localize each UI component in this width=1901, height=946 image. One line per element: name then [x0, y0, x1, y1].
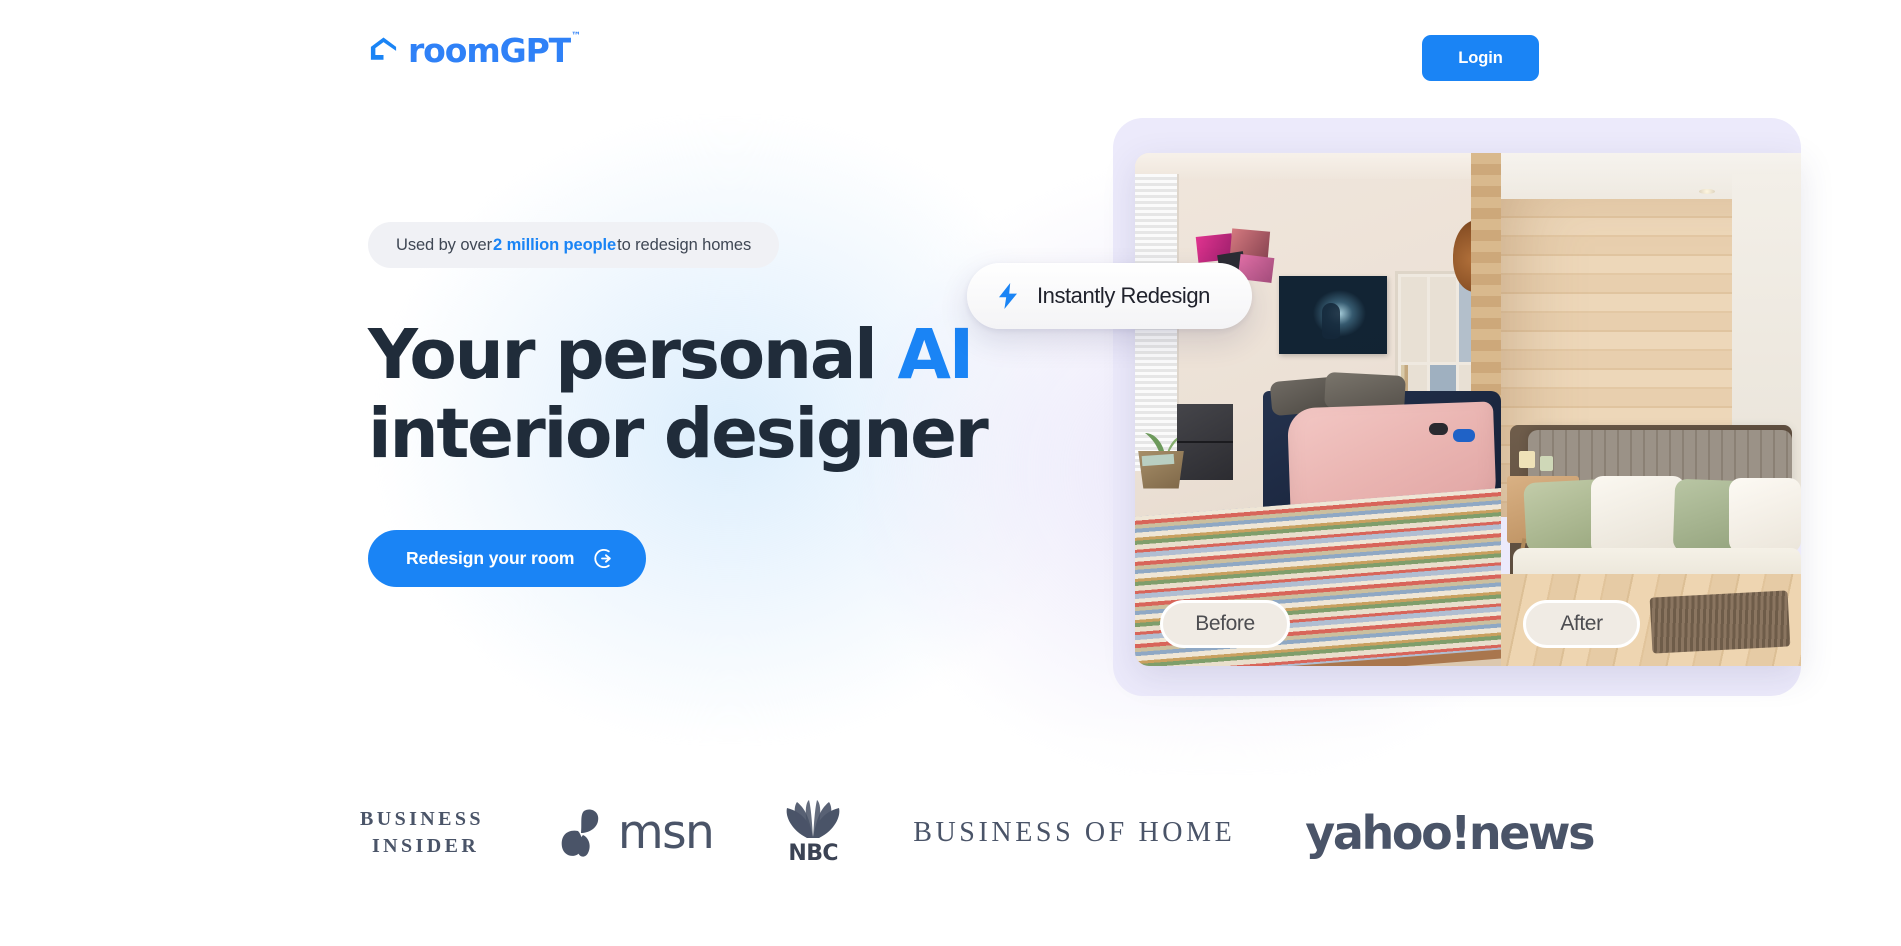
press-logo-nbc: NBC [783, 800, 843, 865]
badge-suffix: to redesign homes [617, 235, 752, 254]
msn-butterfly-icon [561, 808, 599, 857]
instantly-redesign-label: Instantly Redesign [1037, 283, 1210, 308]
after-lamp [1519, 450, 1535, 468]
login-button[interactable]: Login [1422, 35, 1539, 81]
trademark-symbol: ™ [571, 31, 582, 42]
cta-label: Redesign your room [406, 548, 575, 569]
yahoo-news-wordmark: yahoo!news [1305, 805, 1595, 860]
business-of-home-wordmark: BUSINESS OF HOME [913, 816, 1236, 848]
before-after-comparison [1135, 153, 1801, 666]
headline-line-1-plain: Your personal [368, 315, 898, 395]
before-tag: Before [1160, 600, 1290, 648]
badge-prefix: Used by over [396, 235, 493, 254]
nbc-wordmark: NBC [788, 841, 838, 866]
msn-wordmark: msn [617, 805, 715, 860]
after-decor-object [1540, 455, 1553, 471]
press-logo-yahoo-news: yahoo!news [1305, 805, 1595, 860]
before-wire-basket [1138, 450, 1184, 489]
lightning-bolt-icon [999, 283, 1017, 309]
badge-highlight: 2 million people [493, 235, 617, 254]
after-rug [1649, 590, 1791, 655]
page-title: Your personal AI interior designer [368, 316, 1068, 473]
logo-wordmark: roomGPT ™ [408, 31, 581, 70]
press-logo-msn: msn [554, 805, 715, 861]
press-logo-business-insider: BUSINESS INSIDER [360, 806, 484, 859]
arrow-right-circle-icon [594, 549, 612, 569]
hero-text-column: Used by over 2 million people to redesig… [368, 222, 1068, 588]
roomgpt-logo[interactable]: roomGPT ™ [368, 31, 581, 70]
before-room-photo [1135, 153, 1501, 666]
after-tag: After [1523, 600, 1640, 648]
before-ceiling [1135, 153, 1501, 179]
site-header: roomGPT ™ Login [0, 0, 1901, 110]
house-logo-icon [370, 37, 397, 60]
before-storage-boxes [1177, 404, 1233, 481]
before-large-poster [1279, 276, 1387, 355]
after-room-photo [1501, 153, 1801, 666]
business-insider-line-1: BUSINESS [360, 807, 484, 830]
instantly-redesign-pill: Instantly Redesign [967, 263, 1252, 329]
press-logo-business-of-home: BUSINESS OF HOME [913, 816, 1236, 848]
social-proof-badge: Used by over 2 million people to redesig… [368, 222, 780, 268]
headline-line-2: interior designer [368, 393, 989, 474]
headline-accent-ai: AI [897, 315, 974, 395]
logo-wordmark-text: roomGPT [408, 31, 571, 70]
business-insider-line-2: INSIDER [372, 834, 480, 857]
nbc-peacock-icon [786, 800, 840, 838]
redesign-your-room-button[interactable]: Redesign your room [368, 530, 647, 588]
press-logos-row: BUSINESS INSIDER msn NBC BUSINESS OF HOM… [0, 800, 1901, 910]
